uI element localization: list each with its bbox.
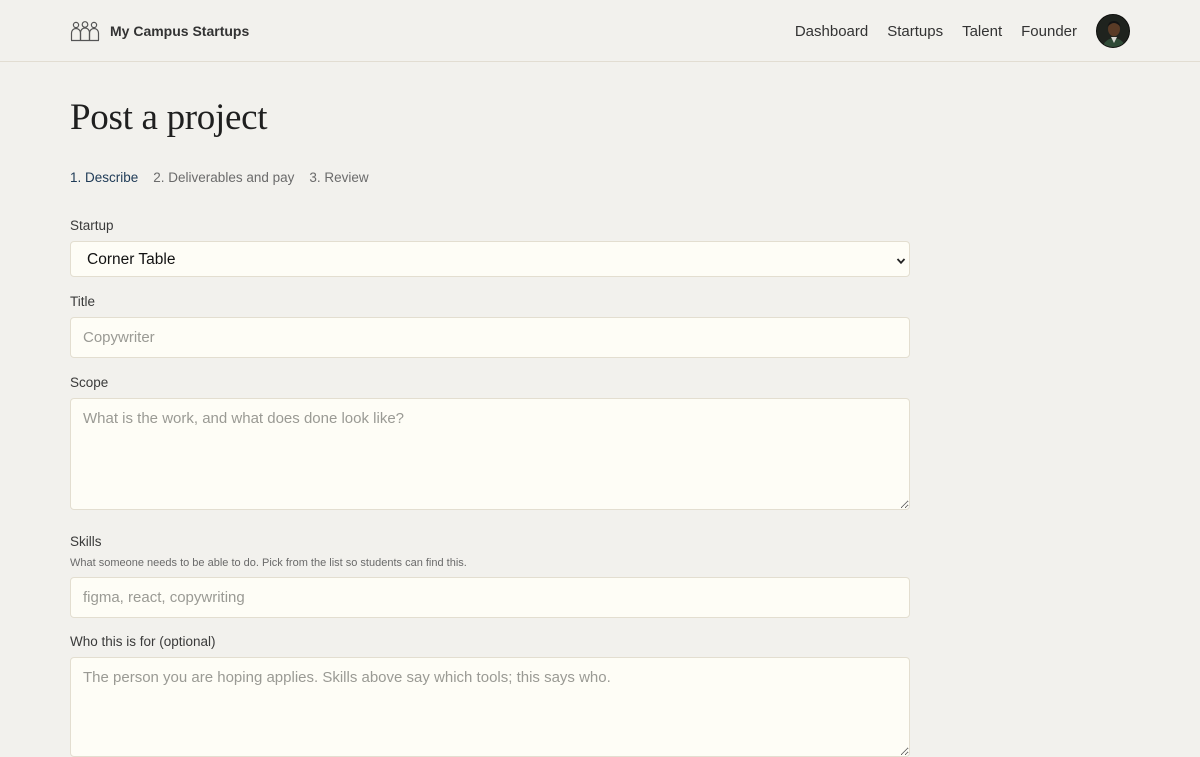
nav-startups[interactable]: Startups	[887, 23, 943, 40]
user-avatar[interactable]	[1096, 14, 1130, 48]
brand-name: My Campus Startups	[110, 23, 250, 39]
skills-help-text: What someone needs to be able to do. Pic…	[70, 557, 467, 569]
nav-talent[interactable]: Talent	[962, 23, 1002, 40]
top-navigation-bar: My Campus Startups Dashboard Startups Ta…	[0, 0, 1200, 62]
title-input[interactable]	[70, 317, 910, 358]
startup-select-wrapper: Corner Table	[70, 241, 910, 277]
title-label: Title	[70, 294, 96, 309]
step-deliverables-and-pay[interactable]: 2. Deliverables and pay	[153, 170, 294, 185]
step-review[interactable]: 3. Review	[309, 170, 368, 185]
skills-label: Skills	[70, 534, 102, 549]
scope-textarea[interactable]	[70, 398, 910, 510]
startup-select[interactable]: Corner Table	[70, 241, 910, 277]
nav-dashboard[interactable]: Dashboard	[795, 23, 868, 40]
skills-input[interactable]	[70, 577, 910, 618]
main-nav: Dashboard Startups Talent Founder	[795, 14, 1130, 48]
scope-label: Scope	[70, 375, 109, 390]
people-group-icon	[70, 20, 100, 42]
step-describe[interactable]: 1. Describe	[70, 170, 138, 185]
audience-textarea[interactable]	[70, 657, 910, 757]
page-title: Post a project	[70, 97, 268, 138]
nav-founder[interactable]: Founder	[1021, 23, 1077, 40]
step-indicator: 1. Describe 2. Deliverables and pay 3. R…	[70, 170, 384, 185]
brand[interactable]: My Campus Startups	[70, 19, 249, 43]
startup-label: Startup	[70, 218, 114, 233]
audience-label: Who this is for (optional)	[70, 634, 216, 649]
